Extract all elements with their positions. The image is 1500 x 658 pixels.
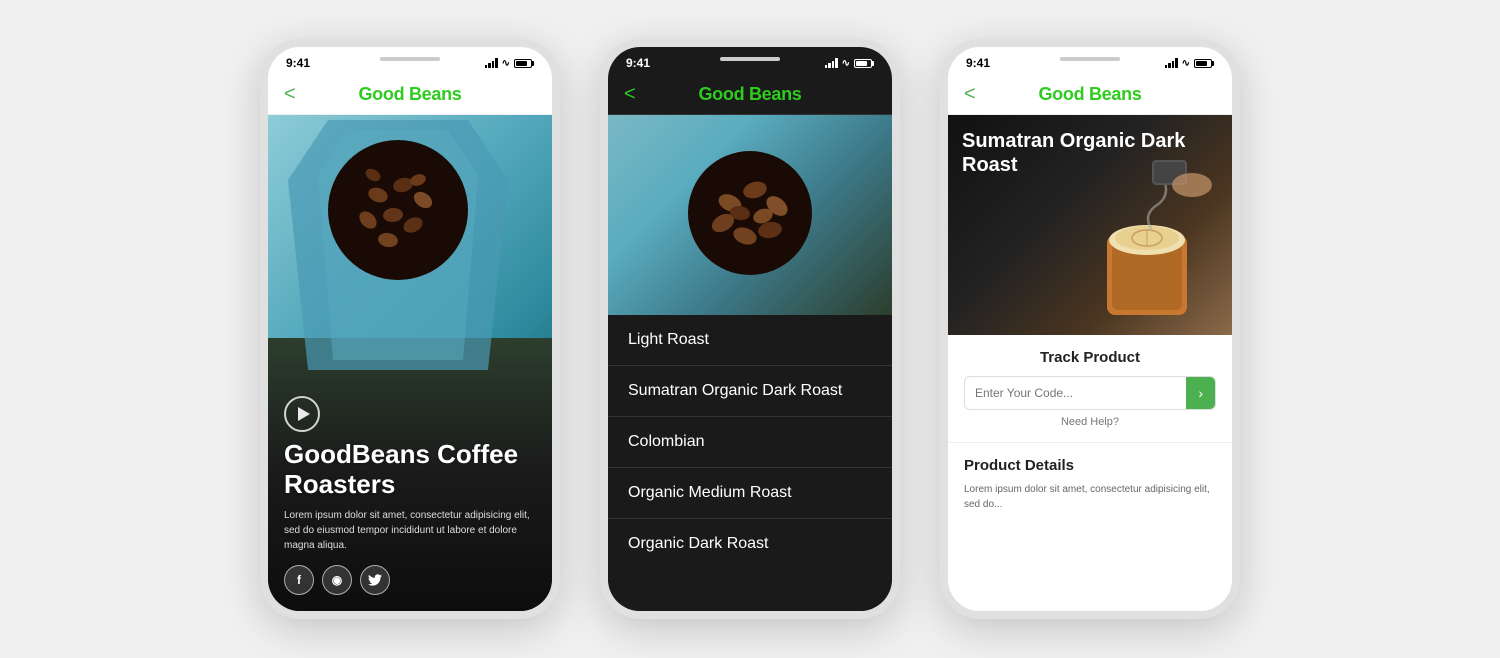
- phone2-content: Light Roast Sumatran Organic Dark Roast …: [608, 115, 892, 611]
- phone-3: 9:41 ∿ < Good Beans: [940, 39, 1240, 619]
- menu-item-2[interactable]: Colombian: [608, 417, 892, 468]
- app-title-3: Good Beans: [1038, 84, 1141, 105]
- track-button[interactable]: ›: [1186, 377, 1215, 409]
- product-title: Sumatran Organic Dark Roast: [962, 129, 1218, 177]
- back-button-1[interactable]: <: [284, 83, 296, 106]
- menu-list: Light Roast Sumatran Organic Dark Roast …: [608, 315, 892, 611]
- bag-svg: [288, 120, 508, 370]
- app-title-1: Good Beans: [358, 84, 461, 105]
- phone1-content: GoodBeans Coffee Roasters Lorem ipsum do…: [268, 115, 552, 611]
- wifi-icon-1: ∿: [502, 58, 510, 69]
- play-icon-1: [298, 407, 310, 421]
- instagram-icon[interactable]: ◉: [322, 565, 352, 595]
- twitter-icon[interactable]: [360, 565, 390, 595]
- menu-hero-beans-container: [685, 148, 815, 283]
- status-time-1: 9:41: [286, 56, 310, 70]
- back-button-3[interactable]: <: [964, 83, 976, 106]
- track-input[interactable]: [965, 378, 1186, 408]
- coffee-pour-visual: [1062, 155, 1232, 335]
- signal-icon-1: [485, 58, 498, 68]
- status-bar-1: 9:41 ∿: [268, 47, 552, 75]
- facebook-icon[interactable]: f: [284, 565, 314, 595]
- nav-bar-3: < Good Beans: [948, 75, 1232, 115]
- menu-item-1[interactable]: Sumatran Organic Dark Roast: [608, 366, 892, 417]
- app-title-2: Good Beans: [698, 84, 801, 105]
- menu-hero-svg: [685, 148, 815, 278]
- status-bar-3: 9:41 ∿: [948, 47, 1232, 75]
- status-icons-1: ∿: [485, 58, 534, 69]
- battery-icon-2: [854, 59, 874, 68]
- social-icons-row: f ◉: [284, 565, 536, 595]
- signal-icon-3: [1165, 58, 1178, 68]
- hero-title-1: GoodBeans Coffee Roasters: [284, 440, 536, 500]
- need-help-text[interactable]: Need Help?: [964, 416, 1216, 428]
- play-button-1[interactable]: [284, 396, 320, 432]
- status-icons-2: ∿: [825, 58, 874, 69]
- status-time-3: 9:41: [966, 56, 990, 70]
- menu-item-4[interactable]: Organic Dark Roast: [608, 519, 892, 569]
- signal-icon-2: [825, 58, 838, 68]
- status-icons-3: ∿: [1165, 58, 1214, 69]
- product-details-title: Product Details: [964, 457, 1216, 474]
- product-title-container: Sumatran Organic Dark Roast: [962, 129, 1218, 177]
- battery-icon-3: [1194, 59, 1214, 68]
- wifi-icon-3: ∿: [1182, 58, 1190, 69]
- hero-overlay: GoodBeans Coffee Roasters Lorem ipsum do…: [284, 396, 536, 595]
- product-details-section: Product Details Lorem ipsum dolor sit am…: [948, 443, 1232, 526]
- battery-icon-1: [514, 59, 534, 68]
- status-time-2: 9:41: [626, 56, 650, 70]
- track-title: Track Product: [964, 349, 1216, 366]
- phones-container: 9:41 ∿ < Good Beans: [230, 9, 1270, 649]
- menu-item-0[interactable]: Light Roast: [608, 315, 892, 366]
- hero-subtitle-1: Lorem ipsum dolor sit amet, consectetur …: [284, 508, 536, 553]
- coffee-pour-svg: [1062, 155, 1232, 335]
- product-hero: Sumatran Organic Dark Roast: [948, 115, 1232, 335]
- phone-1: 9:41 ∿ < Good Beans: [260, 39, 560, 619]
- wifi-icon-2: ∿: [842, 58, 850, 69]
- menu-hero: [608, 115, 892, 315]
- back-button-2[interactable]: <: [624, 83, 636, 106]
- track-section: Track Product › Need Help?: [948, 335, 1232, 443]
- menu-item-3[interactable]: Organic Medium Roast: [608, 468, 892, 519]
- track-input-row: ›: [964, 376, 1216, 410]
- phone3-content: Sumatran Organic Dark Roast Track Produc…: [948, 115, 1232, 611]
- hero-bg-1: GoodBeans Coffee Roasters Lorem ipsum do…: [268, 115, 552, 611]
- nav-bar-1: < Good Beans: [268, 75, 552, 115]
- bag-shape: [288, 120, 508, 370]
- status-bar-2: 9:41 ∿: [608, 47, 892, 75]
- nav-bar-2: < Good Beans: [608, 75, 892, 115]
- phone-2: 9:41 ∿ < Good Beans: [600, 39, 900, 619]
- product-details-text: Lorem ipsum dolor sit amet, consectetur …: [964, 482, 1216, 512]
- twitter-svg: [368, 574, 382, 586]
